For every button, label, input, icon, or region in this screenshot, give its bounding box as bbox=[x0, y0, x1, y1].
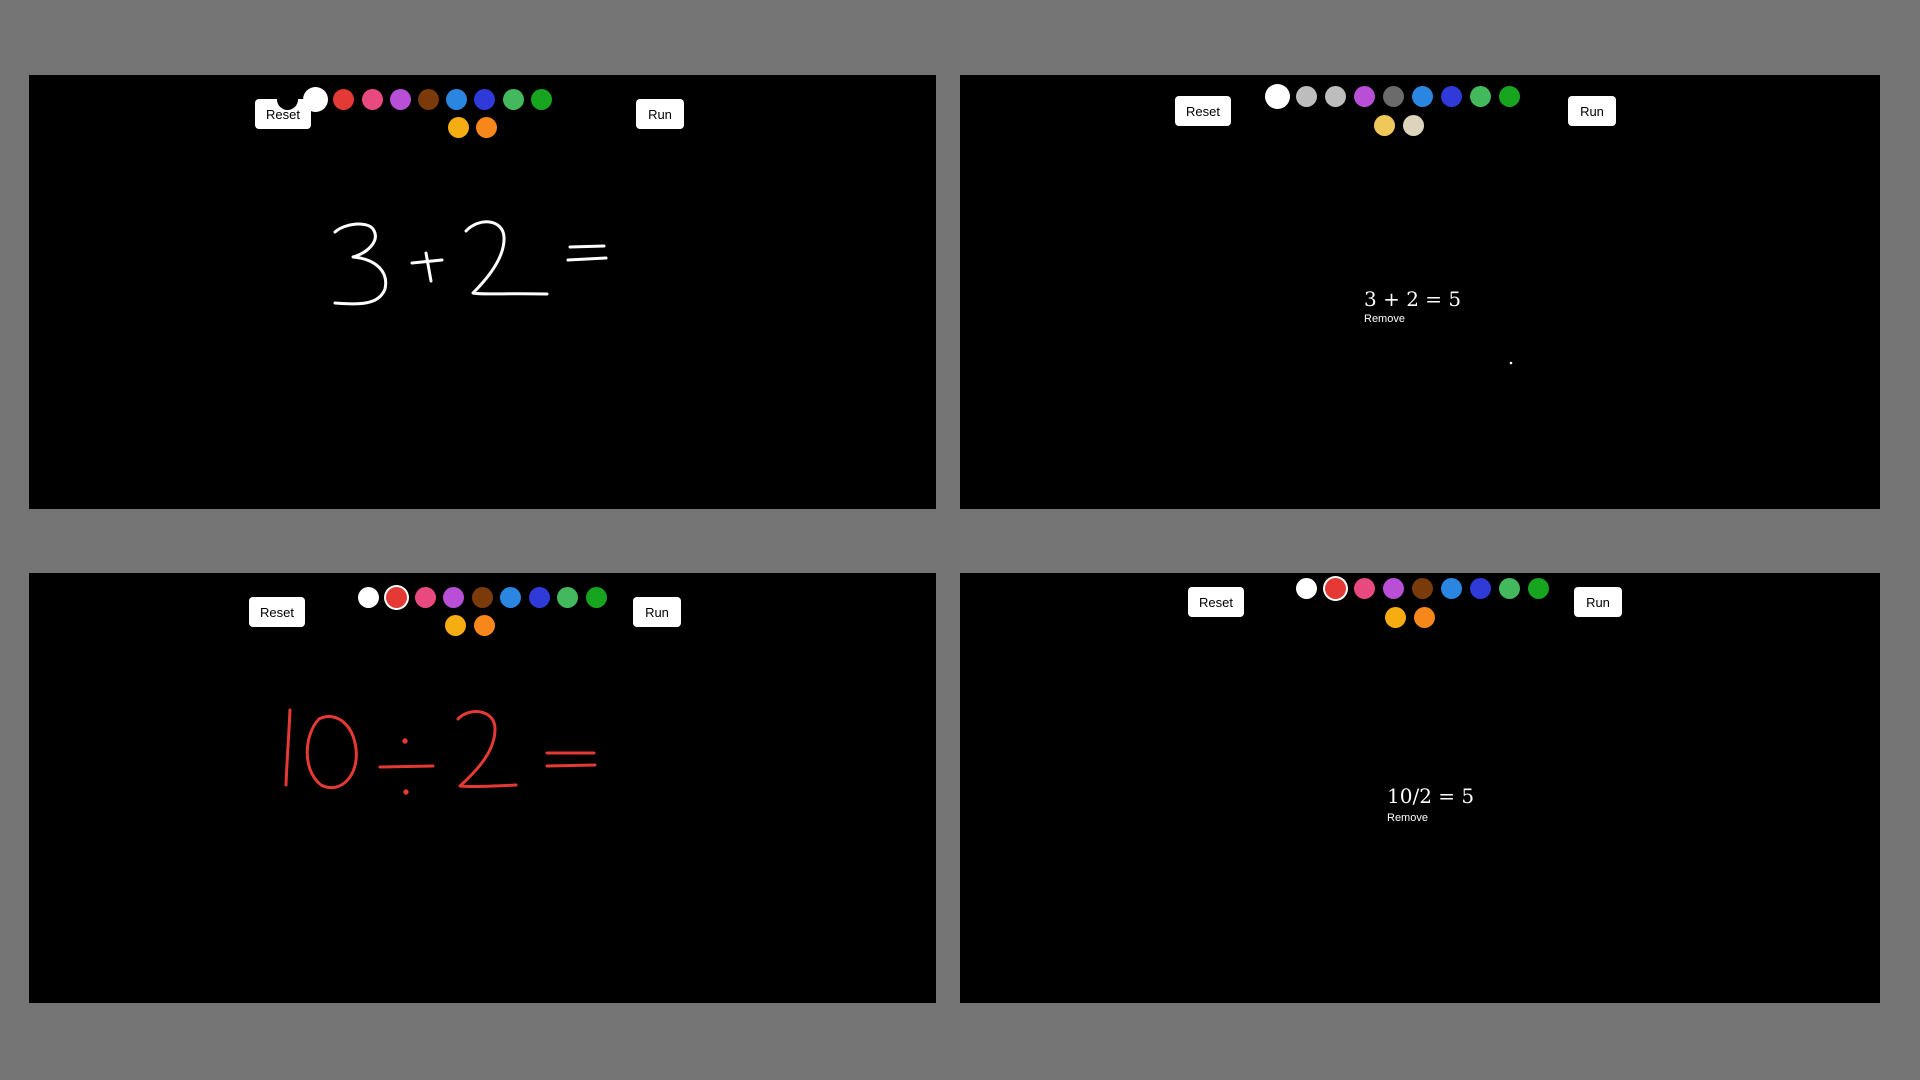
stroke-plus bbox=[410, 251, 444, 283]
color-swatch[interactable] bbox=[1267, 86, 1288, 107]
color-swatch[interactable] bbox=[1470, 86, 1491, 107]
color-swatch[interactable] bbox=[1267, 578, 1288, 599]
color-swatch[interactable] bbox=[443, 587, 464, 608]
color-swatch[interactable] bbox=[1354, 578, 1375, 599]
stroke-equals bbox=[545, 751, 597, 768]
color-swatch[interactable] bbox=[277, 89, 298, 110]
color-swatch[interactable] bbox=[1325, 86, 1346, 107]
color-swatch[interactable] bbox=[386, 587, 407, 608]
stroke-divide-bar bbox=[378, 764, 435, 769]
color-swatch[interactable] bbox=[528, 587, 550, 608]
color-swatch[interactable] bbox=[502, 89, 524, 110]
color-swatch[interactable] bbox=[357, 587, 379, 608]
color-swatch[interactable] bbox=[448, 117, 469, 138]
color-swatch[interactable] bbox=[1374, 115, 1395, 136]
stroke-digit-2 bbox=[456, 710, 518, 788]
color-swatch[interactable] bbox=[1441, 578, 1462, 599]
canvas-panel-3[interactable]: Reset Run bbox=[29, 573, 936, 1003]
color-swatch[interactable] bbox=[1441, 86, 1462, 107]
stroke-digit-2 bbox=[464, 220, 549, 296]
drawing-strokes bbox=[1509, 361, 1513, 365]
stroke-divide-dot-bottom bbox=[403, 789, 409, 795]
stroke-divide-dot-top bbox=[402, 738, 408, 744]
color-swatch[interactable] bbox=[500, 587, 521, 608]
color-swatch[interactable] bbox=[389, 89, 411, 110]
color-swatch[interactable] bbox=[1296, 86, 1317, 107]
stroke-equals bbox=[566, 244, 608, 262]
color-swatch[interactable] bbox=[1414, 607, 1435, 628]
remove-result-button[interactable]: Remove bbox=[1387, 812, 1428, 824]
stroke-digit-1 bbox=[284, 708, 292, 787]
drawing-strokes bbox=[333, 220, 608, 306]
color-swatch[interactable] bbox=[1383, 578, 1404, 599]
color-swatch[interactable] bbox=[1354, 86, 1375, 107]
color-swatch[interactable] bbox=[530, 89, 552, 110]
color-swatch[interactable] bbox=[1385, 607, 1406, 628]
color-swatch[interactable] bbox=[414, 587, 436, 608]
canvas-panel-2[interactable]: Reset Run 3 + 2 = 5 Remove bbox=[960, 75, 1880, 509]
color-swatch[interactable] bbox=[1325, 578, 1346, 599]
color-swatch[interactable] bbox=[1528, 578, 1549, 599]
color-swatch[interactable] bbox=[1296, 578, 1317, 599]
drawing-strokes bbox=[284, 708, 597, 795]
color-swatch[interactable] bbox=[471, 587, 493, 608]
canvas-panel-4[interactable]: Reset Run 10/2 = 5 Remove bbox=[960, 573, 1880, 1003]
color-swatch[interactable] bbox=[1470, 578, 1491, 599]
stroke-dot bbox=[1509, 361, 1513, 365]
color-swatch[interactable] bbox=[1238, 86, 1259, 107]
color-swatch[interactable] bbox=[418, 89, 439, 110]
color-swatch[interactable] bbox=[1499, 578, 1520, 599]
color-swatch[interactable] bbox=[361, 89, 383, 110]
canvas-panel-1[interactable]: Reset Run bbox=[29, 75, 936, 509]
reset-button[interactable]: Reset bbox=[1188, 587, 1244, 617]
color-swatch[interactable] bbox=[473, 615, 495, 636]
color-swatch[interactable] bbox=[1499, 86, 1520, 107]
run-button[interactable]: Run bbox=[1574, 587, 1622, 617]
color-swatch[interactable] bbox=[1383, 86, 1404, 107]
color-swatch[interactable] bbox=[1412, 578, 1433, 599]
stroke-digit-3 bbox=[333, 222, 388, 306]
color-swatch[interactable] bbox=[329, 587, 350, 608]
color-swatch[interactable] bbox=[585, 587, 607, 608]
result-expression: 10/2 = 5 bbox=[1387, 784, 1475, 808]
color-swatch[interactable] bbox=[445, 615, 466, 636]
color-swatch[interactable] bbox=[557, 587, 578, 608]
color-swatch[interactable] bbox=[1403, 115, 1424, 136]
color-swatch[interactable] bbox=[1412, 86, 1433, 107]
stroke-digit-0 bbox=[305, 715, 358, 789]
